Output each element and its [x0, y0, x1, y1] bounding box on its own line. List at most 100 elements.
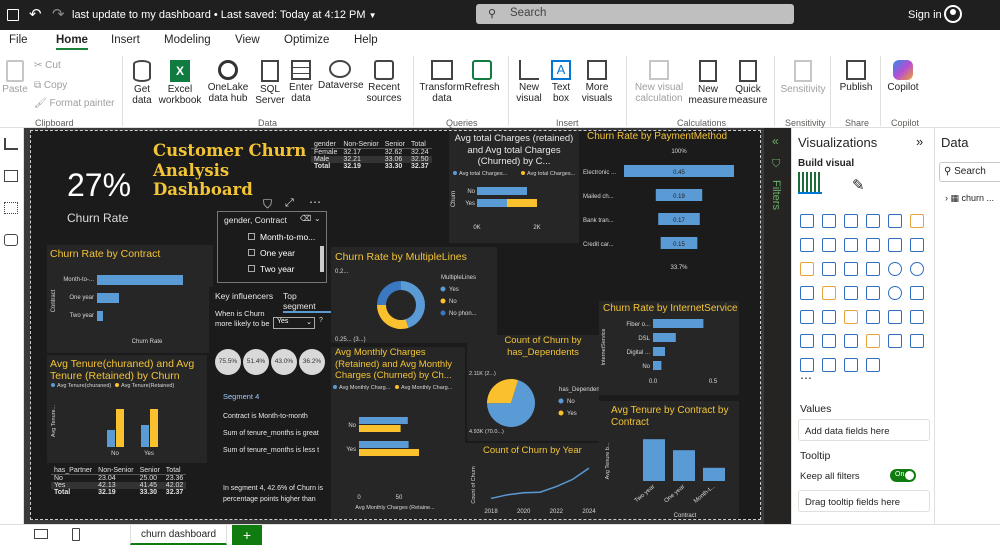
mobile-layout-icon[interactable] — [72, 528, 80, 541]
churn-year-chart-card[interactable]: Count of Churn by Year 2018 2020 2022 2024 C… — [465, 443, 599, 519]
values-drop-zone[interactable]: Add data fields here — [798, 419, 930, 441]
excel-button[interactable]: X Excel workbook — [158, 60, 202, 106]
decomposition-tree-icon[interactable] — [844, 334, 858, 348]
churn-value-select[interactable]: Yes ⌄ — [273, 317, 315, 329]
signin-link[interactable]: Sign in — [908, 9, 942, 21]
checkbox[interactable] — [248, 249, 255, 256]
map-icon[interactable] — [822, 286, 836, 300]
treemap-icon[interactable] — [800, 286, 814, 300]
azure-map-icon[interactable] — [866, 286, 880, 300]
chevron-down-icon[interactable]: ⌄ — [314, 214, 321, 223]
gender-table[interactable]: gender Non-Senior Senior Total Female 32.17 3… — [311, 137, 441, 185]
r-visual-icon[interactable] — [910, 310, 924, 324]
report-view-icon[interactable] — [4, 138, 18, 150]
line-stacked-icon[interactable] — [910, 238, 924, 252]
key-influencers-icon[interactable] — [822, 334, 836, 348]
power-automate-icon[interactable] — [844, 358, 858, 372]
line-column-icon[interactable] — [888, 238, 902, 252]
menu-view[interactable]: View — [235, 34, 260, 46]
avatar[interactable] — [944, 5, 962, 23]
kpi-card[interactable]: 27% Churn Rate — [49, 139, 149, 239]
ribbon-chart-icon[interactable] — [800, 262, 814, 276]
desktop-layout-icon[interactable] — [34, 529, 48, 539]
new-measure-button[interactable]: New measure — [688, 60, 728, 106]
multiplelines-chart-card[interactable]: Churn Rate by MultipleLines 0.2... 0.25..… — [331, 247, 497, 343]
checkbox[interactable] — [248, 233, 255, 240]
clustered-column-icon[interactable] — [866, 214, 880, 228]
quick-measure-button[interactable]: Quick measure — [728, 60, 768, 106]
segment-bubble[interactable]: 75.5% — [215, 349, 241, 375]
contract-chart-card[interactable]: Churn Rate by Contract Month-to-... One y… — [47, 245, 213, 353]
format-visual-tab[interactable]: ✎ — [852, 176, 865, 194]
onelake-button[interactable]: OneLake data hub — [204, 60, 252, 104]
python-visual-icon[interactable] — [800, 334, 814, 348]
model-view-icon[interactable] — [4, 202, 18, 214]
internet-chart-card[interactable]: Churn Rate by InternetService Fiber o...… — [599, 301, 739, 395]
more-visuals-button[interactable]: More visuals — [578, 60, 616, 104]
more-visual-icon[interactable] — [866, 358, 880, 372]
search-box[interactable]: ⚲ Search — [476, 4, 794, 24]
slicer-item[interactable]: Two year — [248, 264, 295, 274]
power-apps-icon[interactable] — [822, 358, 836, 372]
tooltip-drop-zone[interactable]: Drag tooltip fields here — [798, 490, 930, 512]
segment-bubble[interactable]: 51.4% — [243, 349, 269, 375]
gauge-icon[interactable] — [888, 286, 902, 300]
more-icon[interactable]: ⋯ — [800, 371, 812, 385]
key-influencers-card[interactable]: Key influencers Top segment When is Chur… — [209, 287, 331, 517]
menu-insert[interactable]: Insert — [111, 34, 140, 46]
paginated-icon[interactable] — [910, 334, 924, 348]
tab-churn-dashboard[interactable]: churn dashboard — [130, 525, 228, 545]
sql-server-button[interactable]: SQL Server — [254, 60, 286, 106]
add-page-button[interactable]: + — [232, 525, 262, 545]
expand-icon[interactable]: « — [772, 134, 779, 148]
table-visual-icon[interactable] — [866, 310, 880, 324]
get-data-button[interactable]: Get data — [126, 60, 158, 106]
stacked-column-icon[interactable] — [822, 214, 836, 228]
slicer-icon[interactable] — [844, 310, 858, 324]
payment-chart-card[interactable]: Churn Rate by PaymentMethod 100% 0.45 Elec… — [579, 131, 737, 293]
menu-modeling[interactable]: Modeling — [164, 34, 211, 46]
slicer-item[interactable]: Month-to-mo... — [248, 232, 315, 242]
multi-row-card-icon[interactable] — [800, 310, 814, 324]
enter-data-button[interactable]: Enter data — [286, 60, 316, 104]
kpi-icon[interactable] — [822, 310, 836, 324]
dataverse-button[interactable]: Dataverse — [318, 60, 364, 91]
menu-file[interactable]: File — [9, 34, 28, 46]
table-item[interactable]: › ▦ churn ... — [945, 193, 994, 204]
area-chart-icon[interactable] — [822, 238, 836, 252]
publish-button[interactable]: Publish — [836, 60, 876, 93]
card-icon[interactable] — [910, 286, 924, 300]
donut-chart-icon[interactable] — [910, 262, 924, 276]
slicer-scrollbar[interactable] — [320, 246, 324, 272]
segment-bubble[interactable]: 43.0% — [271, 349, 297, 375]
tenure-contract-chart-card[interactable]: Avg Tenure by Contract by Contract Two y… — [599, 401, 739, 519]
tab-key-influencers[interactable]: Key influencers — [215, 291, 273, 301]
column-100-icon[interactable] — [910, 214, 924, 228]
recent-sources-button[interactable]: Recent sources — [362, 60, 406, 104]
menu-help[interactable]: Help — [354, 34, 378, 46]
slicer-item[interactable]: One year — [248, 248, 295, 258]
scatter-chart-icon[interactable] — [866, 262, 880, 276]
filter-icon[interactable]: ⛉ — [263, 197, 272, 212]
refresh-button[interactable]: Refresh — [464, 60, 500, 93]
matrix-icon[interactable] — [888, 310, 902, 324]
stacked-area-icon[interactable] — [844, 238, 858, 252]
filled-map-icon[interactable] — [844, 286, 858, 300]
dax-view-icon[interactable] — [4, 234, 18, 246]
partner-table[interactable]: has_Partner Non-Senior Senior Total No 23.04… — [51, 467, 203, 517]
copilot-button[interactable]: Copilot — [884, 60, 922, 93]
area-100-icon[interactable] — [866, 238, 880, 252]
save-icon[interactable] — [7, 9, 19, 21]
new-visual-button[interactable]: New visual — [512, 60, 546, 104]
checkbox[interactable] — [248, 265, 255, 272]
undo-icon[interactable]: ↶ — [29, 5, 42, 23]
line-chart-icon[interactable] — [800, 238, 814, 252]
help-icon[interactable]: ? — [319, 317, 323, 324]
data-search-input[interactable]: ⚲ Search — [939, 162, 1000, 182]
waterfall-chart-icon[interactable] — [822, 262, 836, 276]
transform-data-button[interactable]: Transform data — [418, 60, 466, 104]
eraser-icon[interactable]: ⌫ — [300, 214, 311, 223]
gender-contract-slicer[interactable]: gender, Contract ⌫ ⌄ Month-to-mo... One … — [217, 211, 327, 283]
funnel-chart-icon[interactable] — [844, 262, 858, 276]
keep-filters-toggle[interactable]: On — [890, 469, 916, 482]
